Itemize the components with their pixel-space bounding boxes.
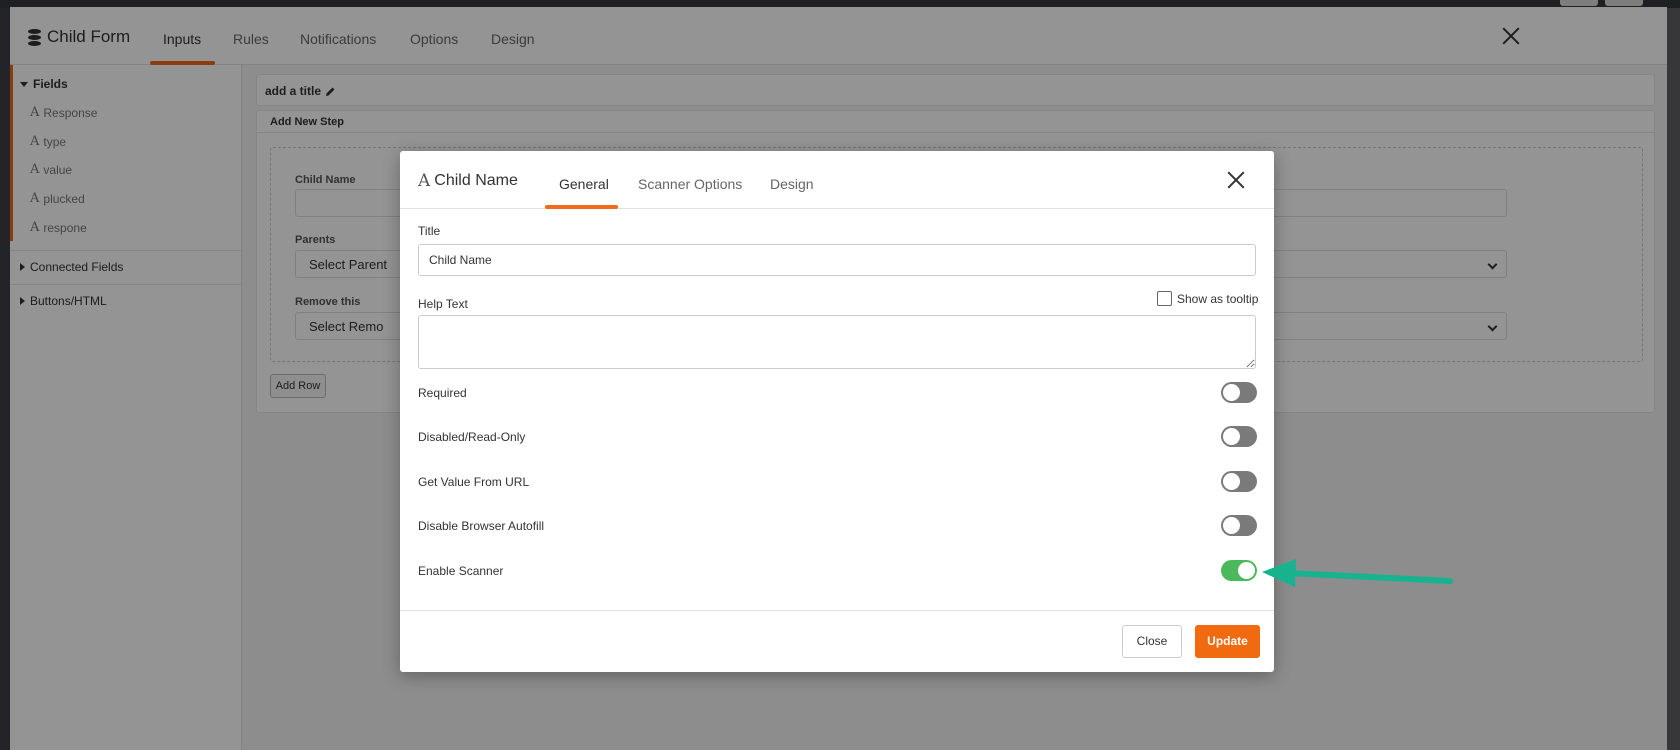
annotation-arrow-icon (1262, 559, 1453, 587)
